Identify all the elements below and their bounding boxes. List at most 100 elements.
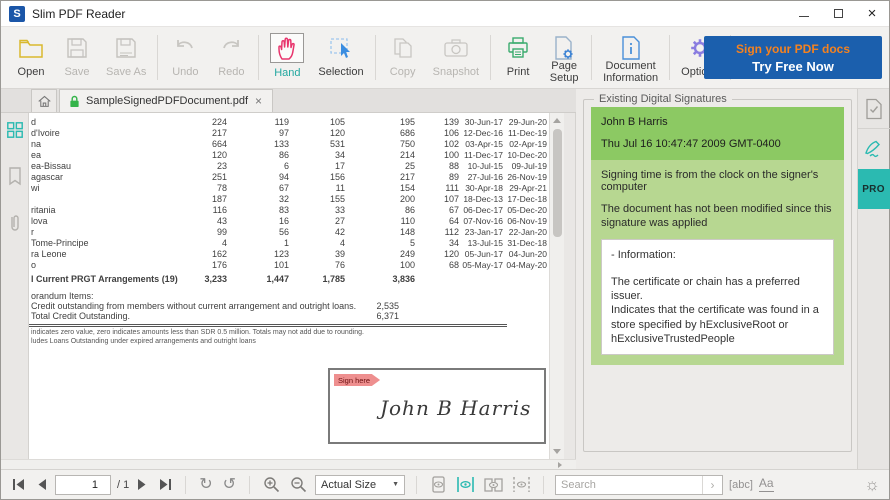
home-tab-button[interactable] [31, 89, 57, 112]
undo-icon [169, 33, 201, 62]
rotate-clockwise-button[interactable]: ↻ [197, 476, 214, 493]
first-page-button[interactable] [10, 478, 28, 491]
zoom-out-button[interactable] [288, 476, 309, 493]
match-case-toggle[interactable]: Aa [758, 477, 774, 492]
toolbar-separator [258, 35, 260, 80]
pdf-footnotes: indicates zero value, zero indicates amo… [29, 329, 549, 345]
pdf-table-row: ritania 116 83 33 86 67 06-Dec-17 05-Dec-20 [31, 204, 547, 215]
pdf-table-row: Tome-Principe 4 1 4 5 34 13-Jul-15 31-Dec-18 [31, 237, 547, 248]
open-folder-icon [14, 33, 48, 62]
redo-button[interactable]: Redo [208, 29, 254, 86]
attachments-panel-icon[interactable] [8, 213, 22, 238]
open-button[interactable]: Open [7, 29, 55, 86]
main-toolbar: Open Save Save As Undo Redo Hand Selecti… [1, 27, 889, 89]
hand-tool-button[interactable]: Hand [263, 29, 311, 86]
pdf-table-row: ra Leone 162 123 39 249 120 05-Jun-17 04-Jun-20 [31, 248, 547, 259]
pdf-memo-rows: Credit outstanding from members without … [29, 301, 549, 321]
single-page-view-button[interactable] [428, 475, 449, 494]
undo-button[interactable]: Undo [162, 29, 208, 86]
previous-page-button[interactable] [34, 478, 49, 491]
close-button[interactable]: × [855, 1, 889, 26]
selection-tool-button[interactable]: Selection [311, 29, 370, 86]
last-page-button[interactable] [156, 478, 174, 491]
print-icon [502, 33, 534, 62]
scroll-up-icon[interactable] [553, 118, 561, 123]
previous-page-icon [38, 479, 46, 490]
toolbar-separator [490, 35, 492, 80]
whole-word-toggle[interactable]: [abc] [729, 479, 753, 491]
close-icon: × [867, 5, 877, 22]
rotate-counterclockwise-button[interactable]: ↺ [221, 476, 238, 493]
info-line-1: The certificate or chain has a preferred… [611, 275, 800, 303]
single-page-view-icon [432, 476, 445, 493]
page-setup-button[interactable]: Page Setup [541, 29, 587, 86]
theme-toggle-sun-icon[interactable]: ☼ [864, 476, 880, 493]
pdf-table-row: na 664 133 531 750 102 03-Apr-15 02-Apr-19 [31, 138, 547, 149]
thumbnails-panel-icon[interactable] [6, 121, 24, 144]
scroll-right-icon[interactable] [558, 462, 562, 468]
save-as-button[interactable]: Save As [99, 29, 153, 86]
sign-here-flag[interactable]: Sign here [334, 374, 381, 386]
save-button[interactable]: Save [55, 29, 99, 86]
pdf-table-row: 187 32 155 200 107 18-Dec-13 17-Dec-18 [211, 193, 547, 204]
bookmarks-panel-icon[interactable] [7, 166, 23, 191]
close-tab-icon[interactable]: × [254, 94, 263, 108]
scrollbar-thumb[interactable] [553, 129, 562, 237]
continuous-facing-view-button[interactable] [511, 475, 532, 494]
page-number-input[interactable] [55, 474, 111, 495]
pdf-table-row: o 176 101 76 100 68 05-May-17 04-May-20 [31, 259, 547, 270]
signature-field[interactable]: Sign here John B Harris [328, 368, 546, 444]
document-information-icon [616, 33, 646, 62]
vertical-scrollbar[interactable] [549, 113, 564, 459]
signature-entry[interactable]: John B Harris Thu Jul 16 10:47:47 2009 G… [591, 107, 844, 366]
signature-pen-icon [864, 140, 880, 158]
zoom-level-select[interactable]: Actual Size ▼ [315, 474, 406, 495]
window-controls: × [787, 1, 889, 26]
document-tab[interactable]: SampleSignedPDFDocument.pdf × [59, 89, 274, 112]
tab-title: SampleSignedPDFDocument.pdf [86, 95, 249, 107]
search-input[interactable] [556, 478, 703, 491]
toolbar-separator [374, 35, 376, 80]
bottom-separator [249, 475, 251, 494]
promo-cta: Try Free Now [752, 58, 834, 74]
horizontal-scrollbar[interactable] [1, 459, 576, 469]
sign-pdf-promo-button[interactable]: Sign your PDF docs Try Free Now [704, 36, 882, 79]
memo-row: Total Credit Outstanding. 6,371 [31, 311, 399, 321]
scroll-down-icon[interactable] [553, 449, 561, 454]
info-line-2: Indicates that the certificate was found… [611, 304, 819, 345]
find-next-button[interactable]: › [702, 475, 722, 494]
validate-signatures-button[interactable] [857, 89, 890, 129]
pdf-table-row: r 99 56 42 148 112 23-Jan-17 22-Jan-20 [31, 226, 547, 237]
signature-details: Signing time is from the clock on the si… [591, 160, 844, 366]
certificate-info-box: - Information: The certificate or chain … [601, 238, 834, 356]
next-page-icon [138, 479, 146, 490]
print-button[interactable]: Print [495, 29, 541, 86]
snapshot-button[interactable]: Snapshot [426, 29, 486, 86]
zoom-in-icon [264, 477, 280, 493]
maximize-button[interactable] [821, 1, 855, 26]
document-information-button[interactable]: Document Information [596, 29, 665, 86]
chevron-down-icon: ▼ [392, 481, 400, 488]
toolbar-separator [669, 35, 671, 80]
next-page-button[interactable] [135, 478, 150, 491]
copy-button[interactable]: Copy [380, 29, 426, 86]
slim-pdf-reader-window: S Slim PDF Reader × Open Save Save As Un… [0, 0, 890, 500]
signatures-panel-button[interactable] [858, 129, 890, 169]
pdf-table-row: lova 43 16 27 110 64 07-Nov-16 06-Nov-19 [31, 215, 547, 226]
pdf-table-row: d 224 119 105 195 139 30-Jun-17 29-Jun-20 [31, 116, 547, 127]
continuous-view-button[interactable] [455, 475, 476, 494]
facing-pages-view-button[interactable] [482, 475, 505, 494]
signatures-groupbox: Existing Digital Signatures John B Harri… [583, 93, 852, 452]
window-title: Slim PDF Reader [32, 6, 126, 21]
minimize-button[interactable] [787, 1, 821, 26]
zoom-in-button[interactable] [261, 476, 282, 493]
continuous-view-icon [457, 477, 474, 492]
memo-items-heading: orandum Items: [31, 291, 94, 301]
memo-row: Credit outstanding from members without … [31, 301, 399, 311]
panel-divider [564, 113, 576, 459]
snapshot-camera-icon [439, 33, 473, 62]
pdf-table: d 224 119 105 195 139 30-Jun-17 29-Jun-20 d'Ivoi… [29, 116, 549, 345]
pro-badge[interactable]: PRO [857, 169, 890, 209]
pdf-page[interactable]: d 224 119 105 195 139 30-Jun-17 29-Jun-20 d'Ivoi… [29, 113, 549, 459]
minimize-icon [799, 16, 809, 17]
